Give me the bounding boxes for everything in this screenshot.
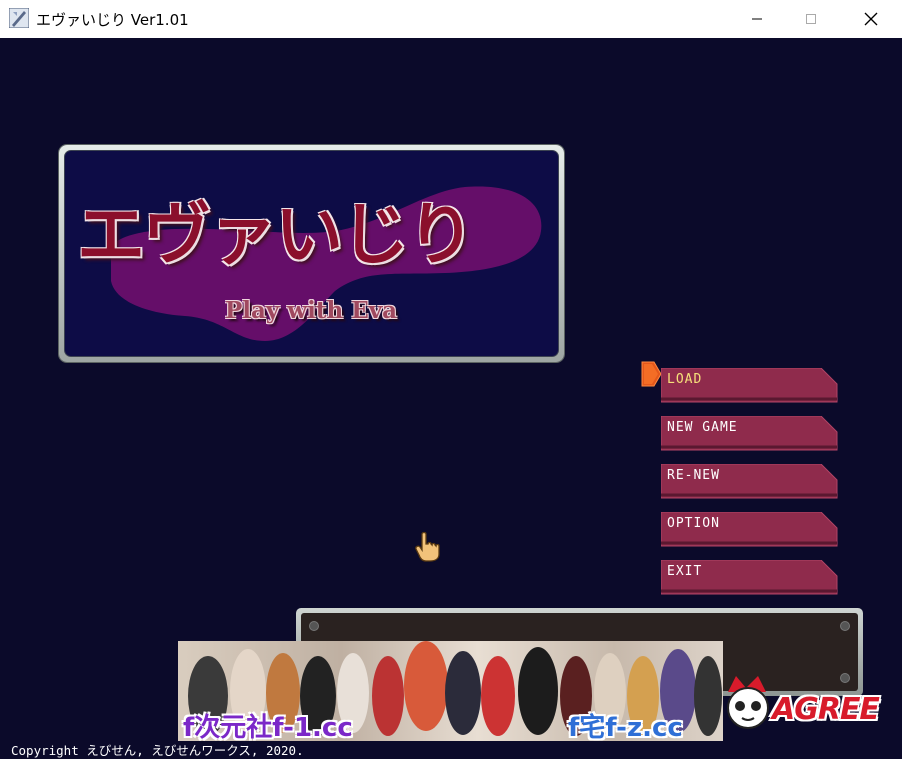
game-window: エヴァいじり Ver1.01 エヴァいじり Play with Eva LOAD… [0, 0, 902, 759]
menu-option-button[interactable]: OPTION [661, 512, 839, 548]
game-screen[interactable]: エヴァいじり Play with Eva LOAD NEW GAME RE-NE… [0, 38, 902, 759]
agree-logo-text: AGREE [772, 692, 880, 727]
agree-logo: AGREE [724, 670, 894, 734]
title-bar[interactable]: エヴァいじり Ver1.01 [0, 0, 902, 39]
menu-new-game-button[interactable]: NEW GAME [661, 416, 839, 452]
menu-load-button[interactable]: LOAD [661, 368, 839, 404]
menu-exit-button[interactable]: EXIT [661, 560, 839, 596]
app-icon [9, 8, 29, 28]
close-button[interactable] [848, 0, 894, 38]
copyright-text: Copyright えびせん, えびせんワークス, 2020. [11, 743, 304, 758]
minimize-button[interactable] [734, 0, 780, 38]
maximize-icon [806, 14, 816, 24]
arrow-cursor-icon [641, 361, 662, 387]
hand-pointer-icon [415, 531, 440, 562]
menu-re-new-label: RE-NEW [667, 468, 720, 483]
menu-new-game-label: NEW GAME [667, 420, 738, 435]
close-icon [864, 12, 878, 26]
banner-left-text: f次元社f-1.cc [183, 713, 353, 741]
title-logo-frame: エヴァいじり Play with Eva [59, 145, 564, 362]
window-title: エヴァいじり Ver1.01 [36, 11, 189, 29]
minimize-icon [752, 18, 762, 20]
logo-subtitle: Play with Eva [225, 297, 397, 324]
rivet-icon [840, 621, 850, 631]
banner-right-text: f宅f-z.cc [568, 713, 683, 741]
maximize-button[interactable] [788, 0, 834, 38]
watermark-banner: f次元社f-1.cc f宅f-z.cc [178, 641, 723, 741]
menu-load-label: LOAD [667, 372, 703, 387]
menu-option-label: OPTION [667, 516, 720, 531]
menu-re-new-button[interactable]: RE-NEW [661, 464, 839, 500]
logo-title: エヴァいじり [77, 195, 475, 275]
rivet-icon [309, 621, 319, 631]
title-logo-panel: エヴァいじり Play with Eva [64, 150, 559, 357]
menu-exit-label: EXIT [667, 564, 703, 579]
